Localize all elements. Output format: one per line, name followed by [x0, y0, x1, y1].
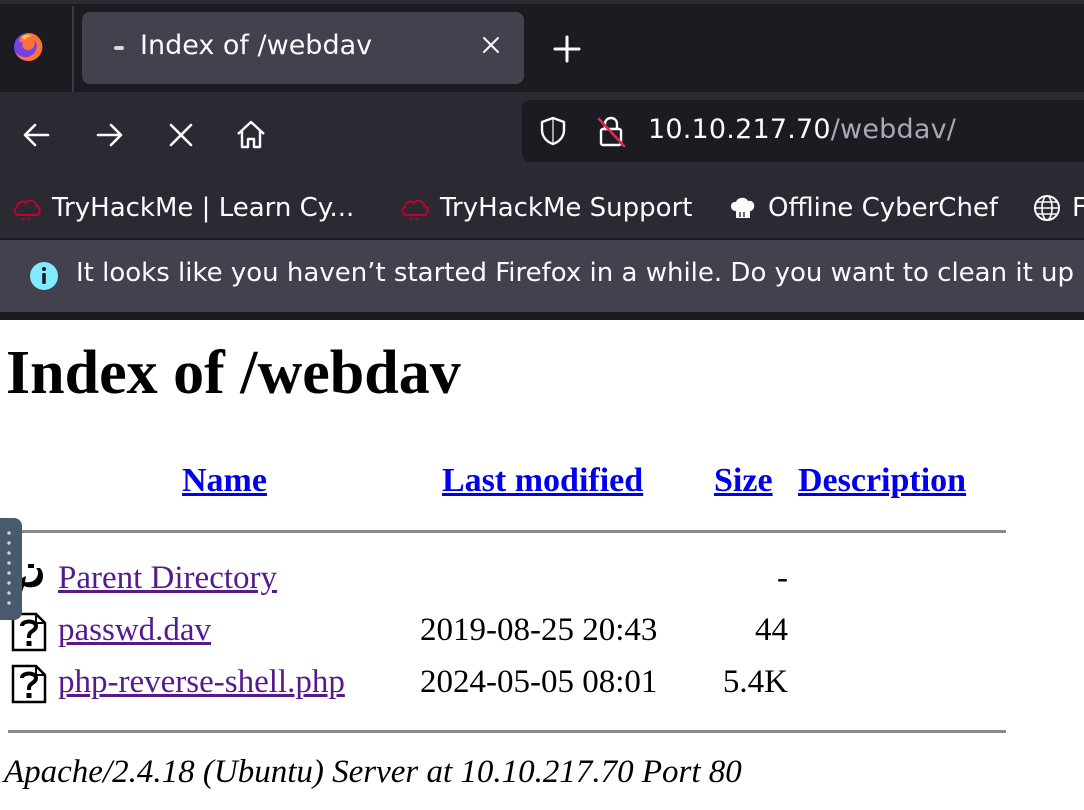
info-icon — [30, 262, 58, 290]
bookmarks-toolbar: TryHackMe | Learn Cy... TryHackMe Suppor… — [0, 178, 1084, 238]
tryhackme-cloud-icon — [401, 199, 429, 220]
table-row: Parent Directory - — [0, 556, 1084, 604]
server-signature: Apache/2.4.18 (Ubuntu) Server at 10.10.2… — [4, 754, 742, 790]
tab-bar: Index of /webdav — [0, 0, 1084, 92]
divider — [8, 530, 1006, 533]
file-link-passwd-dav[interactable]: passwd.dav — [58, 612, 211, 649]
new-tab-icon[interactable] — [550, 32, 584, 66]
url-path: /webdav/ — [830, 114, 957, 145]
grip-dots-icon — [6, 528, 12, 610]
loading-indicator-icon — [114, 46, 124, 50]
shield-icon[interactable] — [538, 115, 568, 147]
file-size: 5.4K — [722, 664, 788, 700]
file-link-parent-directory[interactable]: Parent Directory — [58, 560, 277, 597]
firefox-icon[interactable] — [12, 31, 44, 63]
bookmark-label: Offline CyberChef — [768, 193, 999, 223]
bookmark-label: TryHackMe Support — [440, 193, 693, 223]
toolbar-border — [0, 312, 1084, 320]
divider — [8, 730, 1006, 733]
stop-loading-icon[interactable] — [158, 112, 204, 158]
close-tab-icon[interactable] — [480, 34, 502, 56]
address-bar[interactable]: 10.10.217.70/webdav/ — [522, 100, 1084, 162]
url-text[interactable]: 10.10.217.70/webdav/ — [648, 114, 956, 145]
sort-by-last-modified-link[interactable]: Last modified — [442, 462, 643, 500]
file-size: - — [777, 560, 788, 596]
page-title: Index of /webdav — [6, 339, 461, 407]
tryhackme-cloud-icon — [13, 199, 41, 220]
home-icon[interactable] — [228, 112, 274, 158]
sort-by-name-link[interactable]: Name — [182, 462, 267, 500]
bookmark-tryhackme-support[interactable]: TryHackMe Support — [398, 186, 692, 230]
table-row: php-reverse-shell.php 2024-05-05 08:01 5… — [0, 660, 1084, 708]
unknown-file-icon — [11, 664, 47, 704]
url-host: 10.10.217.70 — [648, 114, 831, 145]
sidebar-drag-handle[interactable] — [0, 518, 22, 620]
back-arrow-icon[interactable] — [14, 112, 60, 158]
notification-message: It looks like you haven’t started Firefo… — [76, 258, 1075, 288]
chef-hat-icon — [730, 197, 755, 218]
bookmark-label: TryHackMe | Learn Cy... — [52, 193, 355, 223]
sort-by-description-link[interactable]: Description — [798, 462, 966, 500]
file-size: 44 — [755, 612, 788, 648]
file-date: 2024-05-05 08:01 — [420, 664, 658, 700]
navigation-toolbar: 10.10.217.70/webdav/ — [0, 92, 1084, 178]
bookmark-tryhackme[interactable]: TryHackMe | Learn Cy... — [10, 186, 354, 230]
page-content: Index of /webdav Name Last modified Size… — [0, 320, 1084, 810]
tab-separator — [72, 6, 74, 92]
file-date: 2019-08-25 20:43 — [420, 612, 658, 648]
file-link-php-reverse-shell[interactable]: php-reverse-shell.php — [58, 664, 345, 701]
notification-bar: It looks like you haven’t started Firefo… — [0, 238, 1084, 314]
sort-by-size-link[interactable]: Size — [714, 462, 773, 500]
forward-arrow-icon[interactable] — [86, 112, 132, 158]
table-row: passwd.dav 2019-08-25 20:43 44 — [0, 608, 1084, 656]
bookmark-truncated[interactable]: F — [1030, 186, 1084, 230]
insecure-lock-icon[interactable] — [594, 114, 628, 150]
bookmark-offline-cyberchef[interactable]: Offline CyberChef — [726, 186, 998, 230]
tab-active[interactable]: Index of /webdav — [82, 12, 524, 84]
tab-title: Index of /webdav — [140, 30, 373, 61]
globe-icon — [1034, 195, 1060, 221]
bookmark-label: F — [1072, 193, 1084, 223]
